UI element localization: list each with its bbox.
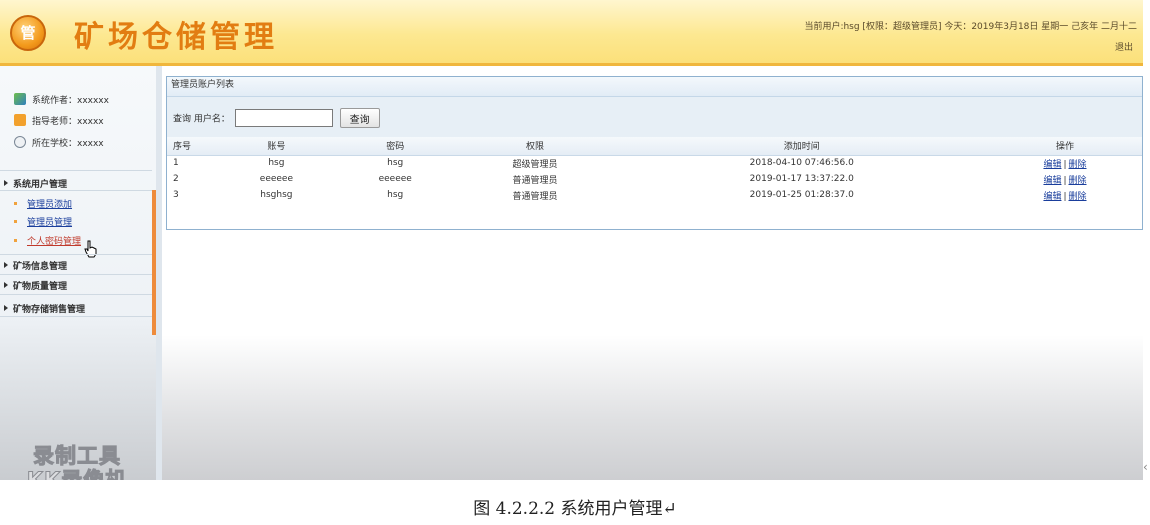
menu-mine-info[interactable]: 矿场信息管理 <box>4 259 67 272</box>
cell-account: eeeeee <box>259 174 294 184</box>
menu-mineral-quality[interactable]: 矿物质量管理 <box>4 279 67 292</box>
author-icon <box>14 93 26 105</box>
cell-actions: 编辑 | 删除 <box>988 187 1142 203</box>
menu-mineral-quality-label: 矿物质量管理 <box>13 282 68 292</box>
menu-storage-sales-label: 矿物存储销售管理 <box>13 305 86 315</box>
delete-link[interactable]: 删除 <box>1069 160 1087 170</box>
action-separator: | <box>1063 175 1067 186</box>
menu-item-manage-admin-label: 管理员管理 <box>27 218 73 228</box>
col-role: 权限 <box>454 137 616 156</box>
app-title: 矿场仓储管理 <box>74 20 278 55</box>
col-no: 序号 <box>167 137 217 156</box>
table-row: 3 hsghsg hsg 普通管理员 2019-01-25 01:28:37.0… <box>167 187 1142 203</box>
delete-link[interactable]: 删除 <box>1069 192 1087 202</box>
bullet-icon <box>14 220 17 223</box>
action-separator: | <box>1063 191 1067 202</box>
cell-actions: 编辑 | 删除 <box>988 171 1142 187</box>
menu-item-personal-password-label: 个人密码管理 <box>27 237 82 247</box>
edit-link[interactable]: 编辑 <box>1043 160 1061 170</box>
table-row: 2 eeeeee eeeeee 普通管理员 2019-01-17 13:37:2… <box>167 171 1142 187</box>
logout-link[interactable]: 退出 <box>1115 40 1133 53</box>
teacher-label: 指导老师：xxxxx <box>32 117 104 127</box>
cell-no: 1 <box>173 158 179 169</box>
search-bar: 查询 用户名： 查询 <box>167 97 1142 137</box>
panel-title: 管理员账户列表 <box>167 77 1142 97</box>
col-actions: 操作 <box>987 137 1142 156</box>
menu-mine-info-label: 矿场信息管理 <box>13 262 68 272</box>
recorder-watermark: 录制工具 KK录像机 <box>12 444 142 481</box>
admin-list-panel: 管理员账户列表 查询 用户名： 查询 序号 账号 密码 权限 添加时间 操作 1… <box>166 76 1143 230</box>
school-label: 所在学校：xxxxx <box>32 139 104 149</box>
menu-divider <box>0 294 152 295</box>
watermark-line-1: 录制工具 <box>33 444 121 469</box>
menu-item-add-admin-label: 管理员添加 <box>27 200 73 210</box>
edit-link[interactable]: 编辑 <box>1043 176 1061 186</box>
figure-caption: 图 4.2.2.2 系统用户管理↵ <box>473 499 677 519</box>
menu-item-personal-password[interactable]: 个人密码管理 <box>14 234 81 247</box>
hand-cursor-icon <box>84 240 97 258</box>
menu-divider <box>0 254 152 255</box>
bullet-icon <box>14 239 17 242</box>
search-button[interactable]: 查询 <box>339 108 380 128</box>
menu-item-add-admin[interactable]: 管理员添加 <box>14 197 72 210</box>
school-icon <box>14 136 26 148</box>
menu-divider <box>0 170 152 171</box>
menu-divider <box>0 316 152 317</box>
col-time: 添加时间 <box>615 137 988 156</box>
col-password: 密码 <box>335 137 455 156</box>
chevron-right-icon <box>4 180 8 186</box>
header: 管 矿场仓储管理 当前用户:hsg [权限：超级管理员] 今天：2019年3月1… <box>0 0 1143 66</box>
cell-password: eeeeee <box>378 174 412 184</box>
school-info: 所在学校：xxxxx <box>14 136 104 149</box>
chevron-right-icon <box>4 262 8 268</box>
menu-system-users-label: 系统用户管理 <box>13 180 68 190</box>
cell-role: 普通管理员 <box>512 175 558 186</box>
admin-table: 序号 账号 密码 权限 添加时间 操作 1 hsg hsg 超级管理员 2018 <box>167 137 1142 203</box>
menu-storage-sales[interactable]: 矿物存储销售管理 <box>4 302 85 315</box>
author-info: 系统作者：xxxxxx <box>14 93 109 106</box>
cell-no: 3 <box>173 190 179 200</box>
sidebar: 系统作者：xxxxxx 指导老师：xxxxx 所在学校：xxxxx 系统用户管理… <box>0 66 156 480</box>
menu-item-manage-admin[interactable]: 管理员管理 <box>14 215 72 228</box>
cell-password: hsg <box>387 190 404 200</box>
username-search-input[interactable] <box>234 109 333 127</box>
col-account: 账号 <box>217 137 336 156</box>
logo-icon: 管 <box>10 15 46 51</box>
action-separator: | <box>1063 159 1067 170</box>
delete-link[interactable]: 删除 <box>1069 176 1087 186</box>
menu-system-users[interactable]: 系统用户管理 <box>4 177 67 190</box>
cell-no: 2 <box>173 174 179 184</box>
cell-time: 2019-01-25 01:28:37.0 <box>749 190 854 200</box>
chevron-right-icon <box>4 282 8 288</box>
paragraph-mark: ‹ <box>1143 460 1148 474</box>
chevron-right-icon <box>4 305 8 311</box>
cell-password: hsg <box>387 158 404 169</box>
watermark-line-2: KK录像机 <box>26 468 128 481</box>
menu-divider <box>0 274 152 275</box>
menu-divider <box>0 190 152 191</box>
table-header-row: 序号 账号 密码 权限 添加时间 操作 <box>167 137 1142 156</box>
table-row: 1 hsg hsg 超级管理员 2018-04-10 07:46:56.0 编辑… <box>167 155 1142 171</box>
cell-role: 超级管理员 <box>512 159 558 170</box>
cell-time: 2018-04-10 07:46:56.0 <box>749 158 854 169</box>
teacher-icon <box>14 114 26 126</box>
main-content: 管理员账户列表 查询 用户名： 查询 序号 账号 密码 权限 添加时间 操作 1… <box>162 66 1143 480</box>
cell-account: hsghsg <box>260 190 293 200</box>
teacher-info: 指导老师：xxxxx <box>14 114 104 127</box>
current-user-info: 当前用户:hsg [权限：超级管理员] 今天：2019年3月18日 星期一 己亥… <box>804 22 1137 32</box>
cell-time: 2019-01-17 13:37:22.0 <box>749 174 854 184</box>
app-screenshot: 管 矿场仓储管理 当前用户:hsg [权限：超级管理员] 今天：2019年3月1… <box>0 0 1143 480</box>
cell-account: hsg <box>268 158 285 169</box>
cell-role: 普通管理员 <box>512 191 558 202</box>
cell-actions: 编辑 | 删除 <box>988 155 1142 171</box>
bullet-icon <box>14 202 17 205</box>
author-label: 系统作者：xxxxxx <box>32 96 109 106</box>
edit-link[interactable]: 编辑 <box>1043 192 1061 202</box>
search-label: 查询 用户名： <box>173 114 230 125</box>
